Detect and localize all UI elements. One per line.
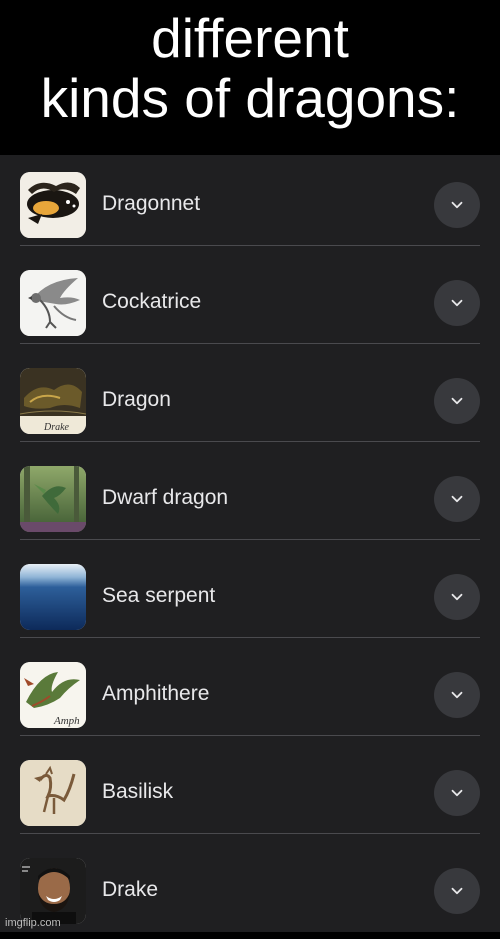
drake-illustration-thumbnail-icon: Drake [20,368,86,434]
divider [20,441,480,442]
list-item-dwarf-dragon[interactable]: Dwarf dragon [20,449,480,547]
list-item-dragonnet[interactable]: Dragonnet [20,155,480,253]
caption-line-2: kinds of dragons: [40,67,460,129]
divider [20,637,480,638]
chevron-down-icon [451,201,463,209]
list-item-sea-serpent[interactable]: Sea serpent [20,547,480,645]
drake-photo-thumbnail-icon [20,858,86,924]
item-label: Drake [102,878,159,901]
list-item-basilisk[interactable]: Basilisk [20,743,480,841]
meme-caption: different kinds of dragons: [0,0,500,155]
chevron-down-icon [451,397,463,405]
chevron-down-icon [451,789,463,797]
sea-thumbnail-icon [20,564,86,630]
dragonnet-thumbnail-icon [20,172,86,238]
item-label: Dragon [102,388,171,411]
item-label: Sea serpent [102,584,216,607]
item-label: Amphithere [102,682,210,705]
amphithere-thumbnail-icon: Amph [20,662,86,728]
divider [20,735,480,736]
chevron-down-icon [451,887,463,895]
item-label: Dragonnet [102,192,201,215]
list-item-cockatrice[interactable]: Cockatrice [20,253,480,351]
expand-button[interactable] [434,574,480,620]
list-item-drake[interactable]: Drake [20,841,480,939]
divider [20,343,480,344]
basilisk-thumbnail-icon [20,760,86,826]
expand-button[interactable] [434,672,480,718]
item-label: Cockatrice [102,290,202,313]
expand-button[interactable] [434,868,480,914]
chevron-down-icon [451,299,463,307]
cockatrice-thumbnail-icon [20,270,86,336]
chevron-down-icon [451,593,463,601]
item-label: Dwarf dragon [102,486,229,509]
expand-button[interactable] [434,182,480,228]
chevron-down-icon [451,691,463,699]
expand-button[interactable] [434,476,480,522]
imgflip-watermark: imgflip.com [5,917,61,929]
expand-button[interactable] [434,770,480,816]
thumb-caption-text: Drake [43,422,70,433]
divider [20,245,480,246]
divider [20,539,480,540]
caption-line-1: different [151,7,349,69]
item-label: Basilisk [102,780,174,803]
thumb-caption-text: Amph [53,715,80,727]
list-item-amphithere[interactable]: Amph Amphithere [20,645,480,743]
expand-button[interactable] [434,280,480,326]
divider [20,833,480,834]
chevron-down-icon [451,495,463,503]
dwarf-dragon-thumbnail-icon [20,466,86,532]
search-results-list: Dragonnet Cockatrice Drake Dragon Dwarf … [0,155,500,932]
list-item-dragon[interactable]: Drake Dragon [20,351,480,449]
expand-button[interactable] [434,378,480,424]
